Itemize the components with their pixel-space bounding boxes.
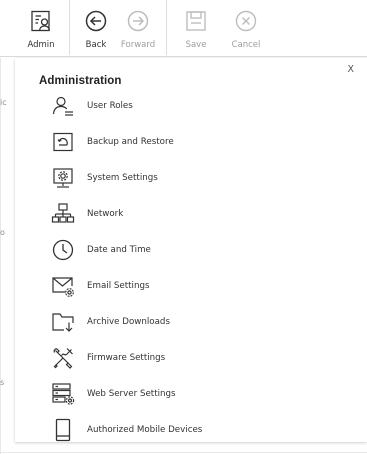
- menu-item-web-server-settings[interactable]: Web Server Settings: [51, 379, 351, 409]
- mobile-device-icon: [51, 418, 75, 442]
- background-border: [0, 58, 1, 454]
- email-settings-icon: [51, 274, 75, 298]
- app-root: Admin Back Forward Save Cancel ic o s Ad…: [0, 0, 367, 454]
- menu-item-network[interactable]: Network: [51, 199, 351, 229]
- admin-label: Admin: [27, 40, 55, 50]
- cancel-label: Cancel: [231, 40, 261, 50]
- menu-item-backup-and-restore[interactable]: Backup and Restore: [51, 127, 351, 157]
- menu-item-label: System Settings: [87, 173, 158, 183]
- save-icon: [184, 9, 208, 33]
- user-roles-icon: [51, 94, 75, 118]
- menu-item-label: Date and Time: [87, 245, 151, 255]
- menu-item-label: Email Settings: [87, 281, 150, 291]
- menu-item-label: Authorized Mobile Devices: [87, 425, 203, 435]
- background-text: s: [0, 378, 5, 387]
- menu-item-user-roles[interactable]: User Roles: [51, 91, 351, 121]
- archive-downloads-icon: [51, 310, 75, 334]
- forward-label: Forward: [120, 40, 156, 50]
- forward-arrow-icon: [126, 9, 150, 33]
- menu-item-archive-downloads[interactable]: Archive Downloads: [51, 307, 351, 337]
- administration-panel: Administration X User Roles Backup and R…: [15, 58, 367, 442]
- menu-item-label: Archive Downloads: [87, 317, 170, 327]
- background-text: o: [0, 228, 5, 237]
- toolbar: Admin Back Forward Save Cancel: [0, 0, 367, 57]
- cancel-icon: [234, 9, 258, 33]
- admin-icon: [29, 9, 53, 33]
- cancel-button[interactable]: Cancel: [230, 0, 262, 56]
- panel-title: Administration: [39, 75, 122, 87]
- menu-item-label: Backup and Restore: [87, 137, 174, 147]
- toolbar-divider: [69, 0, 70, 55]
- save-label: Save: [185, 40, 207, 50]
- system-settings-icon: [51, 166, 75, 190]
- forward-button[interactable]: Forward: [120, 0, 156, 56]
- back-arrow-icon: [84, 9, 108, 33]
- menu-item-label: Firmware Settings: [87, 353, 166, 363]
- menu-item-label: Web Server Settings: [87, 389, 176, 399]
- web-server-icon: [51, 382, 75, 406]
- menu-item-authorized-mobile-devices[interactable]: Authorized Mobile Devices: [51, 415, 351, 445]
- background-text: ic: [0, 98, 7, 107]
- save-button[interactable]: Save: [184, 0, 208, 56]
- close-button[interactable]: X: [347, 64, 354, 75]
- menu-item-email-settings[interactable]: Email Settings: [51, 271, 351, 301]
- admin-button[interactable]: Admin: [24, 0, 58, 56]
- menu-item-date-and-time[interactable]: Date and Time: [51, 235, 351, 265]
- firmware-icon: [51, 346, 75, 370]
- menu-item-system-settings[interactable]: System Settings: [51, 163, 351, 193]
- backup-icon: [51, 130, 75, 154]
- network-icon: [51, 202, 75, 226]
- clock-icon: [51, 238, 75, 262]
- back-label: Back: [85, 40, 107, 50]
- menu-item-label: User Roles: [87, 101, 133, 111]
- toolbar-divider: [166, 0, 167, 55]
- background-border: [0, 452, 367, 453]
- menu-item-label: Network: [87, 209, 124, 219]
- menu-item-firmware-settings[interactable]: Firmware Settings: [51, 343, 351, 373]
- back-button[interactable]: Back: [84, 0, 108, 56]
